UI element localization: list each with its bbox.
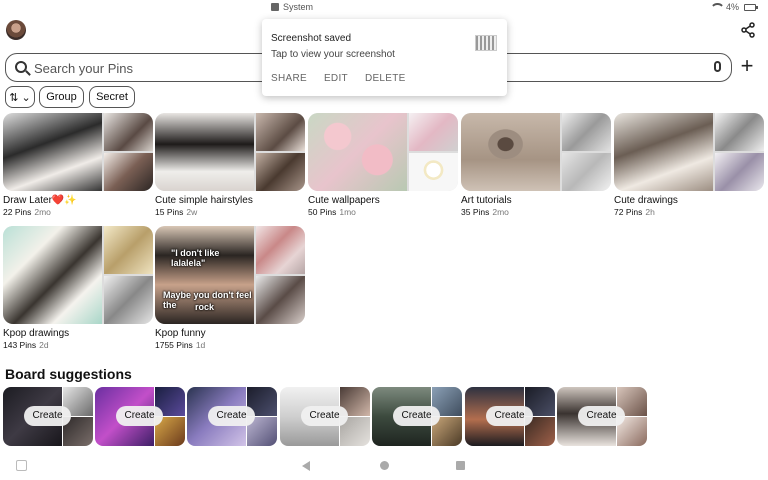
board-card[interactable]: Draw Later❤️✨ 22 Pins 2mo [3,113,153,217]
board-meta: 50 Pins 1mo [308,207,356,217]
add-button[interactable]: + [736,55,758,78]
board-meta: 1755 Pins 1d [155,340,206,350]
board-meta: 22 Pins 2mo [3,207,51,217]
microphone-icon[interactable] [714,61,721,72]
board-name: Cute wallpapers [308,195,380,206]
share-icon[interactable] [740,22,756,38]
suggestion-card[interactable]: Create [465,387,555,446]
board-name: Cute simple hairstyles [155,195,253,206]
system-nav-bar [0,456,768,480]
board-card[interactable]: Cute wallpapers 50 Pins 1mo [308,113,458,217]
back-icon[interactable] [302,461,310,471]
app-switch-icon[interactable] [16,460,27,471]
board-cover [3,226,153,324]
board-card[interactable]: Cute simple hairstyles 15 Pins 2w [155,113,305,217]
board-card[interactable]: Art tutorials 35 Pins 2mo [461,113,611,217]
board-name: Cute drawings [614,195,678,206]
suggestion-card[interactable]: Create [3,387,93,446]
board-meta: 15 Pins 2w [155,207,198,217]
board-name: Art tutorials [461,195,512,206]
board-name: Draw Later❤️✨ [3,195,77,206]
board-cover: "I don't like lalalela" Maybe you don't … [155,226,305,324]
group-button[interactable]: Group [39,86,84,108]
create-board-button[interactable]: Create [24,406,71,426]
system-label: System [283,2,314,12]
board-cover [3,113,153,191]
board-name: Kpop drawings [3,328,70,339]
create-board-button[interactable]: Create [486,406,533,426]
status-bar-notification: System [271,2,313,12]
sort-icon: ⇅ ⌄ [9,91,31,104]
create-board-button[interactable]: Create [301,406,348,426]
suggestion-card[interactable]: Create [280,387,370,446]
board-meta: 72 Pins 2h [614,207,655,217]
create-board-button[interactable]: Create [116,406,163,426]
create-board-button[interactable]: Create [578,406,625,426]
screenshot-icon [271,3,279,11]
board-cover [461,113,611,191]
battery-percent: 4% [725,2,739,12]
screenshot-toast[interactable]: Screenshot saved Tap to view your screen… [262,19,507,96]
board-card[interactable]: "I don't like lalalela" Maybe you don't … [155,226,305,350]
sort-button[interactable]: ⇅ ⌄ [5,86,35,108]
board-card[interactable]: Cute drawings 72 Pins 2h [614,113,764,217]
create-board-button[interactable]: Create [393,406,440,426]
board-meta: 143 Pins 2d [3,340,49,350]
suggestion-card[interactable]: Create [372,387,462,446]
toast-actions: SHARE EDIT DELETE [271,73,406,84]
board-name: Kpop funny [155,328,206,339]
toast-subtitle: Tap to view your screenshot [271,49,395,60]
status-bar: System 4% [0,0,768,16]
board-cover [614,113,764,191]
create-board-button[interactable]: Create [208,406,255,426]
avatar[interactable] [6,20,26,40]
board-cover [155,113,305,191]
suggestion-card[interactable]: Create [95,387,185,446]
home-icon[interactable] [380,461,389,470]
screenshot-thumbnail[interactable] [475,35,497,51]
recents-icon[interactable] [456,461,465,470]
board-card[interactable]: Kpop drawings 143 Pins 2d [3,226,153,350]
secret-filter-button[interactable]: Secret [89,86,135,108]
pin-caption: "I don't like lalalela" [171,248,220,268]
board-suggestions-title: Board suggestions [5,366,132,382]
board-cover [308,113,458,191]
pin-caption: rock [195,302,215,312]
toast-edit-button[interactable]: EDIT [324,73,348,84]
suggestion-card[interactable]: Create [187,387,277,446]
toast-title: Screenshot saved [271,33,352,44]
board-meta: 35 Pins 2mo [461,207,509,217]
toast-delete-button[interactable]: DELETE [365,73,406,84]
status-bar-indicators: 4% [709,2,758,12]
search-icon [15,61,27,73]
wifi-icon [709,2,725,12]
battery-icon [744,3,758,11]
toast-share-button[interactable]: SHARE [271,73,307,84]
suggestion-card[interactable]: Create [557,387,647,446]
